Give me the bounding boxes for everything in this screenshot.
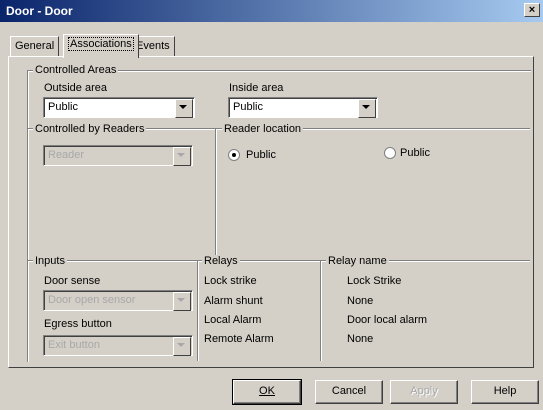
reader-location-radio-1[interactable]: Public [228, 148, 308, 164]
apply-button[interactable]: Apply [390, 380, 458, 404]
reader-value: Reader [48, 149, 85, 161]
tab-associations[interactable]: Associations [63, 34, 139, 58]
inputs-relays-divider [197, 261, 199, 361]
reader-location-title: Reader location [222, 123, 304, 135]
readers-location-divider [215, 129, 217, 259]
egress-dropdown-button[interactable] [173, 337, 191, 356]
outside-area-dropdown-button[interactable] [175, 99, 193, 118]
relay-name-item: None [347, 333, 374, 345]
cancel-button-label: Cancel [331, 385, 367, 397]
reader-location-radio-2-label: Public [400, 147, 430, 159]
help-button-label: Help [493, 385, 517, 397]
tab-general-label: General [15, 40, 55, 52]
title-bar: Door - Door × [0, 0, 543, 22]
chevron-down-icon [362, 105, 370, 109]
relay-item: Lock strike [204, 275, 257, 287]
cancel-button[interactable]: Cancel [315, 380, 383, 404]
window-title: Door - Door [6, 4, 73, 18]
relays-title: Relays [202, 255, 240, 267]
reader-dropdown-button[interactable] [173, 147, 191, 166]
relay-name-item: Lock Strike [347, 275, 402, 287]
chevron-down-icon [177, 343, 185, 347]
egress-button-value: Exit button [48, 339, 100, 351]
relay-name-item: Door local alarm [347, 314, 428, 326]
relay-name-item: None [347, 295, 374, 307]
egress-button-label: Egress button [44, 318, 112, 330]
inside-area-select[interactable]: Public [228, 97, 378, 118]
relay-item: Alarm shunt [204, 295, 263, 307]
readers-title: Controlled by Readers [33, 123, 147, 135]
outside-area-label: Outside area [44, 82, 107, 94]
tab-events-label: Events [136, 40, 170, 52]
door-sense-label: Door sense [44, 275, 101, 287]
chevron-down-icon [179, 105, 187, 109]
radio-unchecked-icon [384, 147, 396, 159]
reader-location-radio-1-label: Public [246, 149, 276, 161]
door-sense-select[interactable]: Door open sensor [43, 290, 193, 311]
relay-item: Local Alarm [204, 314, 262, 326]
egress-button-select[interactable]: Exit button [43, 335, 193, 356]
inputs-title: Inputs [33, 255, 67, 267]
inside-area-value: Public [233, 101, 263, 113]
relays-name-divider [320, 261, 322, 361]
radio-checked-icon [228, 149, 240, 161]
tab-associations-label: Associations [68, 37, 134, 51]
inside-area-label: Inside area [229, 82, 284, 94]
reader-select[interactable]: Reader [43, 145, 193, 166]
lower-separator [28, 260, 530, 262]
close-button[interactable]: × [524, 3, 540, 17]
outside-area-value: Public [48, 101, 78, 113]
apply-button-label: Apply [410, 385, 438, 397]
tab-general[interactable]: General [10, 36, 60, 56]
door-sense-dropdown-button[interactable] [173, 292, 191, 311]
help-button[interactable]: Help [471, 380, 539, 404]
chevron-down-icon [177, 153, 185, 157]
controlled-areas-title: Controlled Areas [33, 64, 119, 76]
inside-area-dropdown-button[interactable] [358, 99, 376, 118]
close-icon: × [528, 4, 536, 16]
reader-location-radio-2[interactable]: Public [384, 146, 464, 162]
door-sense-value: Door open sensor [48, 294, 136, 306]
relay-item: Remote Alarm [204, 333, 274, 345]
ok-button-label: OK [259, 385, 275, 397]
chevron-down-icon [177, 298, 185, 302]
ok-button[interactable]: OK [232, 379, 302, 405]
outside-area-select[interactable]: Public [43, 97, 195, 118]
relay-name-title: Relay name [326, 255, 389, 267]
